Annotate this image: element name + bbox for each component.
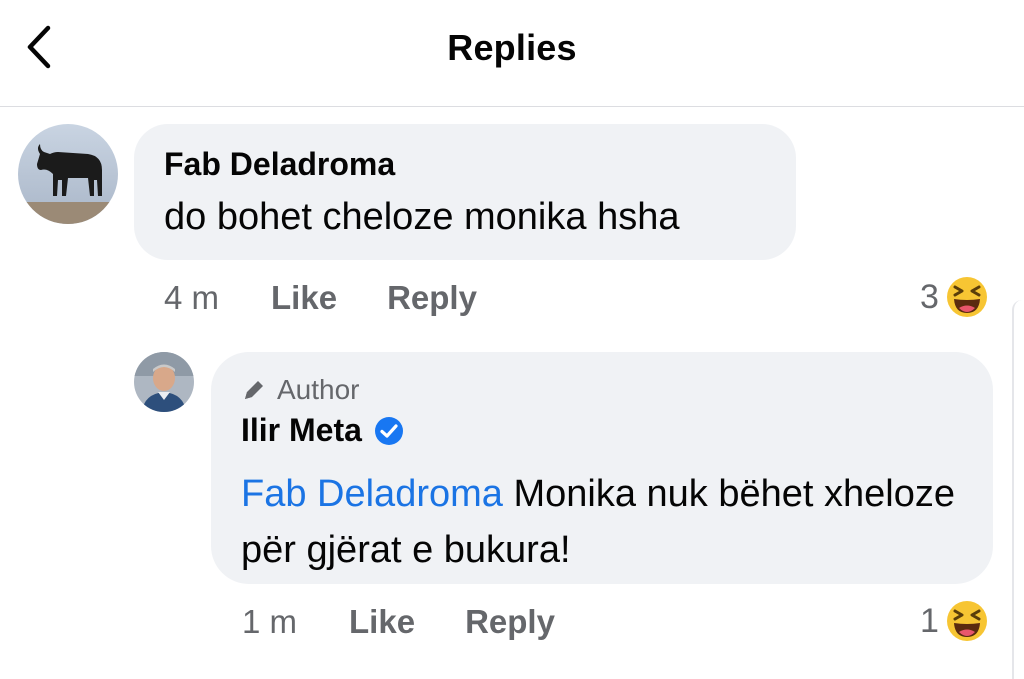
header-bar: Replies	[0, 0, 1024, 107]
haha-emoji-icon	[946, 601, 987, 641]
profile-photo-avatar-image	[134, 352, 194, 412]
reply-bubble: Author Ilir Meta Fab Deladroma Monika nu…	[211, 352, 993, 584]
comment-bubble: Fab Deladroma do bohet cheloze monika hs…	[134, 124, 796, 260]
reply-author-name[interactable]: Ilir Meta	[241, 412, 404, 449]
comment-author-name[interactable]: Fab Deladroma	[164, 146, 395, 183]
author-tag-label: Author	[277, 374, 360, 405]
author-tag: Author	[241, 374, 360, 406]
reply-timestamp[interactable]: 1 m	[242, 603, 297, 641]
reply-author-label[interactable]: Ilir Meta	[241, 412, 362, 449]
haha-emoji-icon	[946, 277, 987, 317]
reaction-summary[interactable]: 1	[920, 599, 989, 643]
page-title: Replies	[447, 27, 577, 68]
bull-silhouette-avatar-image	[18, 124, 118, 224]
reaction-count: 3	[920, 277, 939, 316]
mention-link[interactable]: Fab Deladroma	[241, 473, 503, 515]
comment-meta: 4 m Like Reply	[164, 279, 477, 317]
like-button[interactable]: Like	[271, 279, 337, 317]
reply-button[interactable]: Reply	[465, 603, 555, 641]
comment-text: do bohet cheloze monika hsha	[164, 196, 680, 238]
reply-text: Fab Deladroma Monika nuk bëhet xheloze p…	[241, 466, 961, 578]
reply-meta: 1 m Like Reply	[242, 603, 555, 641]
pencil-icon	[245, 381, 263, 399]
avatar[interactable]	[18, 124, 118, 224]
avatar[interactable]	[134, 352, 194, 412]
verified-badge-icon	[374, 416, 403, 445]
reply-button[interactable]: Reply	[387, 279, 477, 317]
like-button[interactable]: Like	[349, 603, 415, 641]
scrollbar[interactable]	[1012, 300, 1024, 679]
comment-timestamp[interactable]: 4 m	[164, 279, 219, 317]
reaction-count: 1	[920, 601, 939, 640]
reaction-summary[interactable]: 3	[920, 275, 989, 319]
